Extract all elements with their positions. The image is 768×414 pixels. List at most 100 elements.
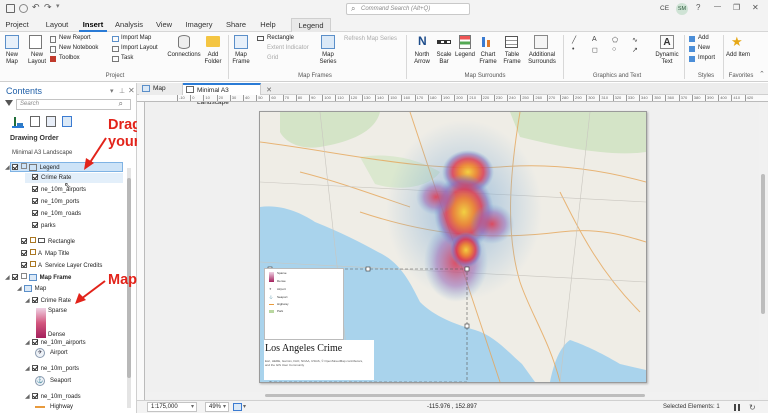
graphics-gallery[interactable]: ╱ A ⬠ ∿ • ◻ ○ ↗ [570, 36, 654, 64]
minimize-button[interactable]: — [714, 3, 721, 10]
undo-icon[interactable]: ↶ [32, 2, 40, 13]
list-by-source-icon[interactable] [30, 116, 40, 127]
checkbox[interactable] [11, 164, 18, 171]
checkbox[interactable] [21, 238, 27, 245]
view-tab-map[interactable]: Map [139, 83, 183, 95]
map-title-box[interactable]: Los Angeles Crime Esri, HERE, Garmin, FA… [264, 340, 374, 380]
arrow-graphic-icon[interactable]: ↗ [632, 46, 638, 54]
additional-surrounds-button[interactable]: Additional Surrounds [525, 52, 559, 66]
add-folder-button[interactable]: Add Folder [202, 52, 224, 66]
lock-icon[interactable] [20, 163, 27, 169]
checkbox[interactable] [31, 393, 38, 400]
checkbox[interactable] [21, 250, 27, 257]
tree-item-map-frame[interactable]: ◢ Map Frame [5, 273, 71, 283]
tree-item-map[interactable]: ◢ Map [17, 285, 46, 294]
close-button[interactable]: ✕ [752, 3, 759, 12]
add-style-button[interactable]: Add [698, 34, 709, 43]
collapse-arrow-icon[interactable]: ◢ [25, 394, 30, 400]
layout-page[interactable]: Sparse Dense ✈ Airport ⚓ Seaport Highway… [259, 111, 647, 383]
new-notebook-button[interactable]: New Notebook [59, 44, 98, 53]
tree-item-airports[interactable]: ne_10m_airports [32, 186, 86, 195]
add-item-button[interactable]: Add Item [724, 52, 752, 59]
extent-indicator-button[interactable]: Extent Indicator [267, 44, 309, 53]
checkbox[interactable] [11, 274, 18, 281]
tree-item-roads[interactable]: ne_10m_roads [32, 210, 81, 219]
quick-access-dropdown-icon[interactable]: ▾ [56, 2, 60, 10]
collapse-ribbon-icon[interactable]: ⌃ [759, 70, 765, 78]
north-arrow-button[interactable]: North Arrow [410, 52, 434, 66]
connections-button[interactable]: Connections [166, 52, 202, 59]
new-layout-button[interactable]: New Layout [24, 52, 50, 66]
tab-imagery[interactable]: Imagery [183, 18, 215, 32]
line-graphic-icon[interactable]: ╱ [572, 36, 576, 44]
tab-legend[interactable]: Legend [291, 18, 331, 32]
scale-bar-button[interactable]: Scale Bar [433, 52, 455, 66]
drawing-order-icon[interactable] [12, 116, 24, 128]
save-icon[interactable] [6, 4, 15, 13]
tree-item-legend[interactable]: ◢ Legend [5, 163, 60, 173]
lock-icon[interactable] [30, 261, 36, 267]
maximize-button[interactable]: ❐ [733, 3, 740, 12]
new-report-button[interactable]: New Report [59, 34, 91, 43]
dynamic-text-button[interactable]: Dynamic Text [654, 52, 680, 66]
grid-button[interactable]: Grid [267, 54, 278, 63]
collapse-arrow-icon[interactable]: ◢ [5, 165, 10, 171]
list-by-snapping-icon[interactable] [62, 116, 72, 127]
tree-item-map-title[interactable]: A Map Title [21, 249, 69, 259]
zoom-selector[interactable]: 49% ▾ [205, 402, 229, 412]
collapse-arrow-icon[interactable]: ◢ [5, 275, 10, 281]
tree-item-rectangle[interactable]: Rectangle [21, 237, 75, 247]
tree-item-parks[interactable]: parks [32, 222, 56, 231]
checkbox[interactable] [31, 365, 38, 372]
collapse-arrow-icon[interactable]: ◢ [25, 298, 30, 304]
layout-horizontal-scrollbar-thumb[interactable] [265, 394, 645, 397]
tab-project[interactable]: Project [2, 18, 32, 32]
task-button[interactable]: Task [121, 54, 133, 63]
help-button[interactable]: ? [696, 3, 700, 12]
checkbox[interactable] [32, 198, 38, 205]
checkbox[interactable] [31, 339, 38, 346]
map-frame-button[interactable]: Map Frame [229, 52, 253, 66]
tree-item-ports[interactable]: ne_10m_ports [32, 198, 79, 207]
callout-graphic-icon[interactable]: ◻ [592, 46, 598, 54]
point-graphic-icon[interactable]: • [572, 46, 574, 53]
contents-scrollbar[interactable] [127, 168, 131, 408]
layout-horizontal-scrollbar[interactable] [145, 392, 759, 399]
tab-help[interactable]: Help [256, 18, 280, 32]
collapse-arrow-icon[interactable]: ◢ [25, 366, 30, 372]
map-series-button[interactable]: Map Series [315, 52, 341, 66]
tab-share[interactable]: Share [223, 18, 249, 32]
contents-search-input[interactable]: Search ⌕ [16, 99, 131, 110]
tab-insert[interactable]: Insert [79, 18, 107, 32]
tree-item-map-ports[interactable]: ◢ ne_10m_ports [25, 365, 79, 374]
tree-root[interactable]: Minimal A3 Landscape [12, 149, 72, 158]
new-style-button[interactable]: New [698, 44, 710, 53]
tree-item-map-airports[interactable]: ◢ ne_10m_airports [25, 339, 86, 348]
redo-icon[interactable]: ↷ [44, 2, 52, 13]
list-by-selection-icon[interactable] [46, 116, 56, 127]
pin-icon[interactable]: ⊥ [119, 87, 125, 95]
tab-view[interactable]: View [153, 18, 175, 32]
tree-item-map-roads[interactable]: ◢ ne_10m_roads [25, 393, 81, 402]
checkbox[interactable] [32, 210, 38, 217]
chevron-down-icon[interactable]: ▾ [243, 401, 246, 414]
filter-icon[interactable] [5, 100, 13, 107]
fixed-zoom-icon[interactable] [233, 403, 242, 411]
avatar[interactable]: SM [676, 3, 688, 15]
legend-button[interactable]: Legend [453, 52, 477, 59]
import-layout-button[interactable]: Import Layout [121, 44, 158, 53]
layout-vertical-scrollbar-thumb[interactable] [761, 174, 765, 314]
rectangle-button[interactable]: Rectangle [267, 34, 294, 43]
curve-graphic-icon[interactable]: ∿ [632, 36, 638, 44]
collapse-arrow-icon[interactable]: ◢ [25, 340, 30, 346]
open-project-icon[interactable] [19, 4, 28, 13]
chart-frame-button[interactable]: Chart Frame [477, 52, 499, 66]
checkbox[interactable] [32, 174, 38, 181]
layout-vertical-scrollbar[interactable] [759, 102, 767, 398]
tree-item-map-crime-rate[interactable]: ◢ Crime Rate [25, 297, 71, 306]
user-initials[interactable]: CE [660, 5, 669, 12]
pane-close-icon[interactable]: ✕ [128, 86, 135, 95]
collapse-arrow-icon[interactable]: ◢ [17, 286, 22, 292]
toolbox-button[interactable]: Toolbox [59, 54, 80, 63]
layout-legend[interactable]: Sparse Dense ✈ Airport ⚓ Seaport Highway… [264, 268, 344, 340]
